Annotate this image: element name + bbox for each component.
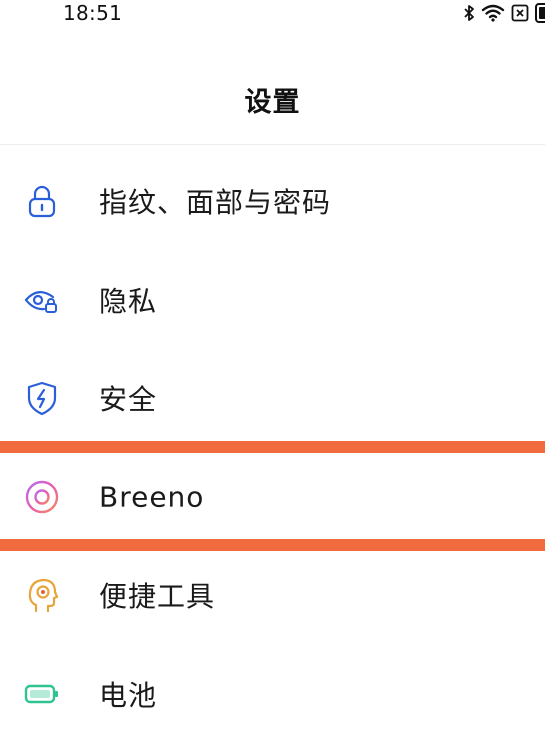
settings-item-fingerprint-face-password[interactable]: 指纹、面部与密码 [0, 152, 545, 251]
status-icons [463, 3, 545, 23]
settings-item-label: 指纹、面部与密码 [99, 181, 331, 221]
settings-item-label: 安全 [99, 378, 157, 418]
settings-item-breeno[interactable]: Breeno [0, 448, 545, 547]
highlight-line-bottom [0, 539, 545, 551]
settings-item-label: 便捷工具 [99, 575, 215, 615]
highlight-line-top [0, 441, 545, 453]
shield-bolt-icon [22, 378, 62, 418]
sim-icon [511, 4, 529, 22]
bluetooth-icon [463, 4, 475, 22]
smart-tools-head-icon [22, 575, 62, 615]
title-bar: 设置 [0, 60, 545, 145]
status-time: 18:51 [63, 1, 122, 25]
privacy-eye-icon [22, 280, 62, 320]
settings-item-label: Breeno [99, 480, 204, 513]
settings-item-privacy[interactable]: 隐私 [0, 251, 545, 350]
page-title: 设置 [0, 80, 545, 119]
lock-icon [22, 181, 62, 221]
wifi-icon [481, 3, 505, 23]
breeno-ring-icon [22, 477, 62, 517]
battery-icon [22, 674, 62, 714]
settings-item-label: 电池 [99, 674, 157, 714]
settings-item-security[interactable]: 安全 [0, 349, 545, 448]
settings-item-smart-tools[interactable]: 便捷工具 [0, 546, 545, 645]
settings-item-battery[interactable]: 电池 [0, 645, 545, 743]
status-bar: 18:51 [0, 0, 545, 28]
battery-status-icon [535, 3, 545, 23]
settings-item-label: 隐私 [99, 280, 157, 320]
